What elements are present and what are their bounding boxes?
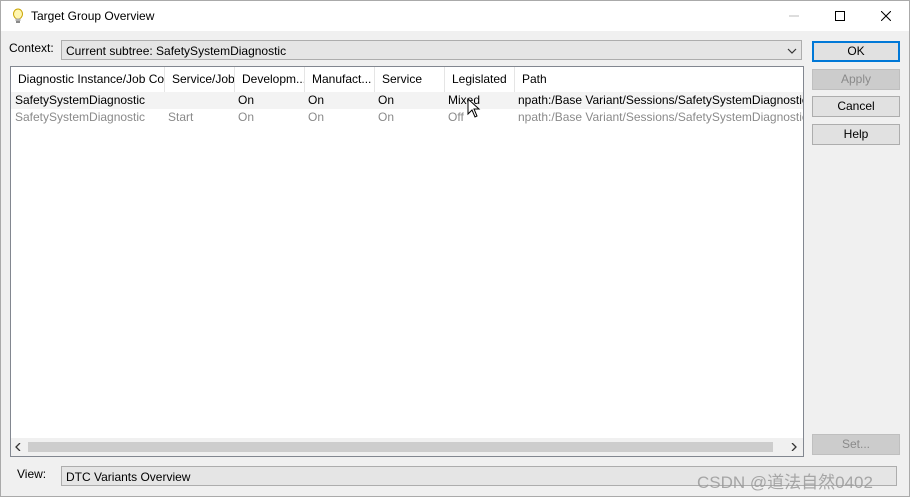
set-button[interactable]: Set... [812,434,900,455]
help-button[interactable]: Help [812,124,900,145]
cell-path: npath:/Base Variant/Sessions/SafetySyste… [518,93,803,107]
cell-legislated[interactable]: Off [448,110,514,124]
dialog-window: Target Group Overview Context: Current s… [0,0,910,497]
column-header-service-job[interactable]: Service/Job [165,67,235,92]
table-row[interactable]: SafetySystemDiagnostic Start On On On Of… [11,109,803,126]
cell-path: npath:/Base Variant/Sessions/SafetySyste… [518,110,803,124]
minimize-icon [789,15,799,17]
column-header-path[interactable]: Path [515,67,803,92]
close-button[interactable] [863,1,909,31]
window-title: Target Group Overview [31,9,155,23]
column-header-diagnostic-instance[interactable]: Diagnostic Instance/Job Co... [11,67,165,92]
ok-button[interactable]: OK [812,41,900,62]
context-label: Context: [9,41,54,55]
horizontal-scrollbar[interactable] [11,438,803,456]
chevron-left-icon[interactable] [14,443,22,451]
cell-service: On [378,93,395,107]
mouse-pointer-icon [467,98,481,118]
context-dropdown[interactable]: Current subtree: SafetySystemDiagnostic [61,40,802,60]
cell-development: On [238,110,255,124]
cell-manufacturing: On [308,110,325,124]
column-header-manufacturing[interactable]: Manufact... [305,67,375,92]
chevron-right-icon[interactable] [790,443,798,451]
apply-button[interactable]: Apply [812,69,900,90]
context-value: Current subtree: SafetySystemDiagnostic [66,44,287,58]
chevron-down-icon [787,48,797,54]
cell-diagnostic-instance: SafetySystemDiagnostic [15,110,146,124]
view-value: DTC Variants Overview [66,470,191,484]
close-icon [881,11,891,21]
list-header: Diagnostic Instance/Job Co... Service/Jo… [11,67,803,93]
cell-legislated[interactable]: Mixed [448,93,514,107]
cell-service-job: Start [168,110,194,124]
cell-diagnostic-instance: SafetySystemDiagnostic [15,93,146,107]
cancel-button[interactable]: Cancel [812,96,900,117]
title-bar[interactable]: Target Group Overview [1,1,909,31]
minimize-button[interactable] [771,1,817,31]
column-header-service[interactable]: Service [375,67,445,92]
target-group-list[interactable]: Diagnostic Instance/Job Co... Service/Jo… [10,66,804,457]
column-header-development[interactable]: Developm... [235,67,305,92]
watermark: CSDN @道法自然0402 [697,473,873,492]
scrollbar-thumb[interactable] [28,442,773,452]
cell-development: On [238,93,255,107]
maximize-icon [835,11,845,21]
view-label: View: [17,467,47,481]
cell-service: On [378,110,395,124]
column-header-legislated[interactable]: Legislated [445,67,515,92]
lightbulb-icon [13,8,23,23]
maximize-button[interactable] [817,1,863,31]
cell-manufacturing: On [308,93,325,107]
table-row[interactable]: SafetySystemDiagnostic On On On Mixed np… [11,92,803,109]
